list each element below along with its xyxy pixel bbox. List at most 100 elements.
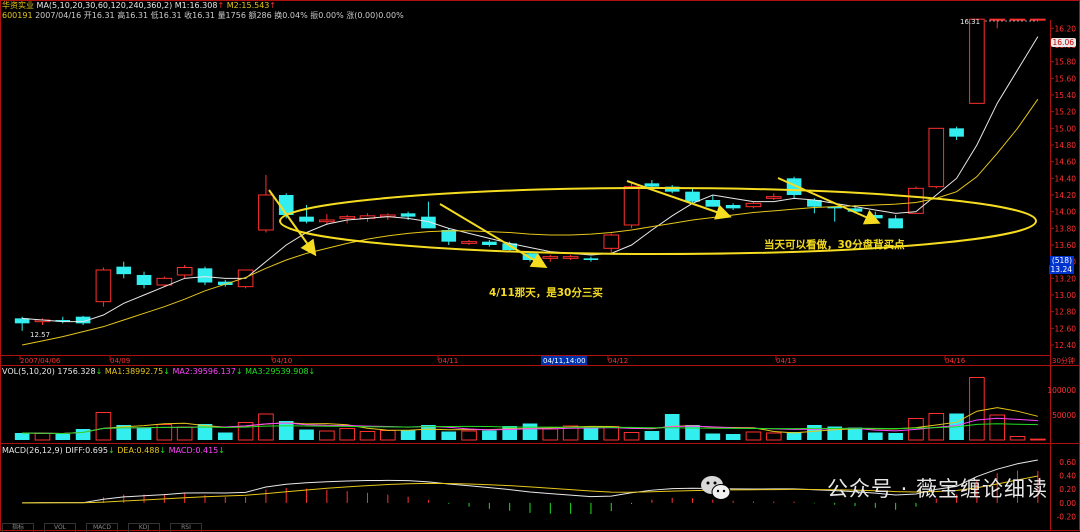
volume-bar-up xyxy=(542,428,559,441)
price-axis-label: 15.40 xyxy=(1055,91,1077,100)
candle-body-up xyxy=(562,256,579,259)
volume-bar-up xyxy=(379,430,396,441)
candle-body-down xyxy=(888,218,903,229)
time-axis-label: 2007/04/06 xyxy=(20,357,61,365)
price-axis-label: 15.00 xyxy=(1055,124,1077,133)
volume-bar-down xyxy=(868,432,883,440)
candle-body-up xyxy=(908,187,924,214)
volume-bar-down xyxy=(644,431,660,440)
price-axis-label: 13.00 xyxy=(1055,291,1077,300)
price-axis-label: 13.20 xyxy=(1055,274,1077,283)
price-axis-label: 14.80 xyxy=(1055,141,1077,150)
volume-bar-up xyxy=(765,432,782,441)
current-price-badge: 16.06 xyxy=(1050,38,1076,47)
candle-body-down xyxy=(705,200,721,207)
annotation-divergence-buy: 当天可以看做，30分盘背买点 xyxy=(764,239,905,251)
macd-axis-label: 0.00 xyxy=(1059,499,1076,508)
candle-body-down xyxy=(482,241,497,245)
annotation-third-buy: 4/11那天，是30分三买 xyxy=(489,287,603,299)
candle-body-up xyxy=(745,202,762,208)
time-axis-label: 04/09 xyxy=(110,357,130,365)
volume-bar-up xyxy=(156,424,173,441)
volume-bar-up xyxy=(339,428,355,441)
candle-body-up xyxy=(1009,18,1026,21)
volume-bar-down xyxy=(217,432,233,440)
ma-white-line xyxy=(22,36,1039,323)
price-axis-label: 14.60 xyxy=(1055,158,1077,167)
price-axis-label: 14.00 xyxy=(1055,208,1077,217)
candle-body-up xyxy=(95,269,112,303)
volume-bar-down xyxy=(685,425,700,440)
candle-body-up xyxy=(765,196,782,199)
vol-ma3: MA3:29539.908 xyxy=(245,367,309,376)
macd-dea: DEA:0.488 xyxy=(117,446,160,455)
candle-body-up xyxy=(319,219,335,223)
price-axis-label: 12.40 xyxy=(1055,341,1077,350)
volume-bar-down xyxy=(441,431,457,440)
volume-bar-up xyxy=(969,377,985,441)
candle-body-down xyxy=(136,275,152,285)
volume-bar-up xyxy=(258,413,274,441)
volume-bar-down xyxy=(502,426,517,440)
volume-bar-down xyxy=(705,433,721,440)
volume-bar-up xyxy=(319,430,335,441)
volume-bar-down xyxy=(888,433,903,440)
macd-axis-label: 0.60 xyxy=(1059,458,1076,467)
volume-bar-up xyxy=(603,426,620,441)
volume-bar-up xyxy=(34,433,51,441)
volume-bar-down xyxy=(75,429,91,440)
vol-ma1: MA1:38992.75 xyxy=(104,367,164,376)
volume-bar-up xyxy=(745,431,762,441)
volume-bar-up xyxy=(1009,436,1026,441)
macd-axis-label: -0.20 xyxy=(1057,513,1077,522)
price-axis-label: 15.20 xyxy=(1055,108,1077,117)
vol-ma2: MA2:39596.137 xyxy=(172,367,236,376)
volume-bar-down xyxy=(400,430,416,440)
price-axis-label: 13.80 xyxy=(1055,224,1077,233)
macd-diff: DIFF:0.695 xyxy=(65,446,109,455)
macd-panel-header: MACD(26,12,9) DIFF:0.695↓ DEA:0.488↓ MAC… xyxy=(2,446,225,455)
volume-bar-down xyxy=(482,430,497,440)
candle-body-down xyxy=(725,205,741,209)
price-axis-label: 14.40 xyxy=(1055,174,1077,183)
candle-body-down xyxy=(441,230,457,242)
volume-bar-down xyxy=(583,427,599,440)
wechat-logo-icon xyxy=(701,476,731,500)
macd-axis-label: 0.40 xyxy=(1059,472,1076,481)
vol-label: VOL(5,10,20) xyxy=(2,367,55,376)
candle-body-up xyxy=(156,277,173,286)
candle-body-up xyxy=(461,241,477,244)
macd-label: MACD(26,12,9) xyxy=(2,446,63,455)
cursor-badge-bottom: 13.24 xyxy=(1048,265,1074,274)
macd-value: MACD:0.415 xyxy=(168,446,219,455)
volume-bar-down xyxy=(522,423,538,440)
candle-body-up xyxy=(603,234,620,249)
candle-body-up xyxy=(258,194,274,231)
volume-bar-up xyxy=(359,431,376,441)
macd-axis-label: 0.20 xyxy=(1059,485,1076,494)
candle-body-up xyxy=(928,127,945,188)
price-axis-label: 15.60 xyxy=(1055,74,1077,83)
volume-bar-down xyxy=(807,425,822,440)
time-axis-label: 04/12 xyxy=(608,357,628,365)
candle-body-down xyxy=(421,216,436,229)
volume-bar-down xyxy=(55,434,71,440)
candle-body-up xyxy=(623,186,640,226)
candle-body-down xyxy=(583,258,599,260)
candle-body-up xyxy=(542,256,559,259)
low-price-marker: 12.57 xyxy=(30,331,50,339)
volume-bar-down xyxy=(14,433,30,440)
ma-yellow-line xyxy=(22,98,1039,346)
candle-body-down xyxy=(299,216,314,222)
price-axis-label: 13.60 xyxy=(1055,241,1077,250)
price-axis-label: 14.20 xyxy=(1055,191,1077,200)
volume-bar-down xyxy=(299,429,314,440)
candle-body-down xyxy=(197,268,213,283)
price-axis-label: 12.60 xyxy=(1055,324,1077,333)
vol-value: 1756.328 xyxy=(57,367,96,376)
candle-body-down xyxy=(868,215,883,219)
candle-body-down xyxy=(949,128,964,137)
candle-body-up xyxy=(1030,18,1046,21)
volume-bar-up xyxy=(176,426,193,441)
volume-bar-down xyxy=(136,427,152,440)
